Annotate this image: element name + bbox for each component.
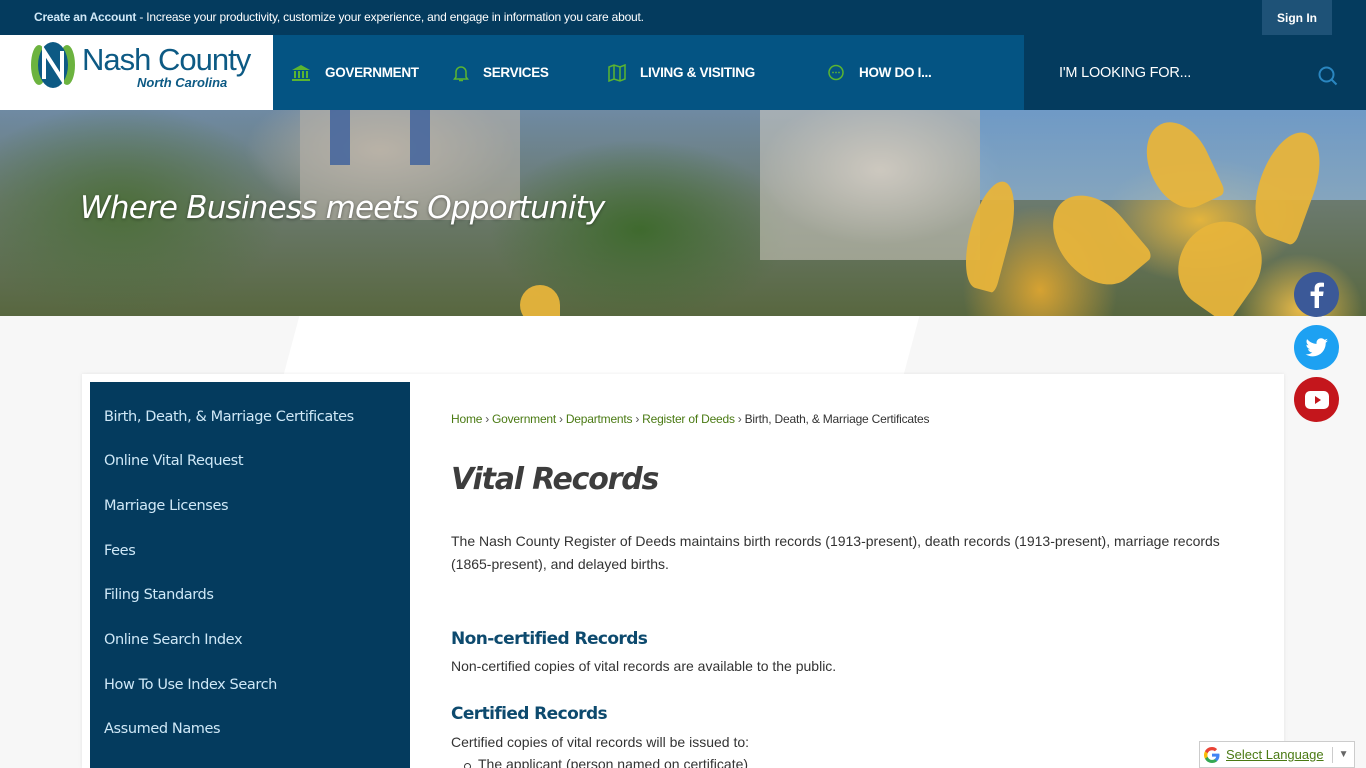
nav-living-visiting[interactable]: LIVING & VISITING: [608, 35, 827, 110]
divider: [1331, 746, 1333, 763]
logo-subtitle: North Carolina: [137, 75, 228, 90]
twitter-icon: [1305, 337, 1328, 356]
sidebar-item-filing-standards[interactable]: Filing Standards: [104, 587, 214, 603]
breadcrumb-home[interactable]: Home: [451, 412, 482, 426]
sidebar-item-assumed-names[interactable]: Assumed Names: [104, 721, 221, 737]
youtube-icon: [1304, 390, 1329, 409]
account-promo: Create an Account - Increase your produc…: [34, 10, 644, 24]
hero-flower: [520, 285, 560, 316]
breadcrumb-register-of-deeds[interactable]: Register of Deeds: [642, 412, 735, 426]
breadcrumb-separator: ›: [737, 412, 742, 426]
breadcrumb-departments[interactable]: Departments: [566, 412, 633, 426]
facebook-icon: [1310, 282, 1324, 308]
google-g-icon: [1204, 746, 1220, 763]
site-logo[interactable]: Nash County North Carolina: [0, 35, 273, 110]
sidebar-item-online-vital-request[interactable]: Online Vital Request: [104, 453, 244, 469]
select-language-link[interactable]: Select Language: [1226, 747, 1324, 762]
twitter-link[interactable]: [1294, 325, 1339, 370]
breadcrumb-current: Birth, Death, & Marriage Certificates: [744, 412, 930, 426]
hero-window: [330, 110, 350, 165]
nav-label: HOW DO I...: [859, 65, 932, 80]
list-item: The applicant (person named on certifica…: [463, 756, 748, 768]
sign-in-button[interactable]: Sign In: [1262, 0, 1332, 35]
section-heading-non-certified: Non-certified Records: [451, 629, 648, 649]
search-icon[interactable]: [1318, 66, 1338, 86]
site-search[interactable]: I'M LOOKING FOR...: [1024, 35, 1366, 110]
section-text-certified: Certified copies of vital records will b…: [451, 734, 750, 750]
promo-text: - Increase your productivity, customize …: [136, 10, 644, 24]
bell-icon: [453, 65, 469, 81]
section-text-non-certified: Non-certified copies of vital records ar…: [451, 658, 837, 674]
facebook-link[interactable]: [1294, 272, 1339, 317]
chat-bubble-icon: [828, 64, 844, 80]
main-nav: GOVERNMENT SERVICES LIVING & VISITING HO…: [273, 35, 1024, 110]
nav-label: SERVICES: [483, 65, 549, 80]
breadcrumb-government[interactable]: Government: [492, 412, 556, 426]
breadcrumb-separator: ›: [559, 412, 563, 426]
sidebar-item-how-to-use-index-search[interactable]: How To Use Index Search: [104, 677, 277, 693]
nav-government[interactable]: GOVERNMENT: [291, 35, 453, 110]
hero-window: [410, 110, 430, 165]
sidebar-item-marriage-licenses[interactable]: Marriage Licenses: [104, 498, 229, 514]
breadcrumb: Home › Government › Departments › Register of …: [451, 412, 929, 426]
breadcrumb-separator: ›: [635, 412, 640, 426]
search-input[interactable]: I'M LOOKING FOR...: [1059, 65, 1191, 81]
sidebar-item-fees[interactable]: Fees: [104, 543, 136, 559]
top-bar: Create an Account - Increase your produc…: [0, 0, 1366, 35]
hero-tagline: Where Business meets Opportunity: [80, 190, 605, 226]
nav-label: GOVERNMENT: [325, 65, 419, 80]
nav-label: LIVING & VISITING: [640, 65, 755, 80]
site-header: Nash County North Carolina GOVERNMENT SE…: [0, 35, 1366, 110]
nash-county-logo-icon: [31, 42, 75, 88]
sidebar-item-birth-death-marriage-certificates[interactable]: Birth, Death, & Marriage Certificates: [104, 409, 354, 425]
language-selector[interactable]: Select Language ▼: [1199, 741, 1355, 768]
breadcrumb-separator: ›: [485, 412, 490, 426]
intro-paragraph: The Nash County Register of Deeds mainta…: [451, 533, 1220, 572]
page-title: Vital Records: [451, 462, 659, 497]
create-account-link[interactable]: Create an Account: [34, 10, 136, 24]
government-building-icon: [292, 64, 310, 81]
logo-name: Nash County: [82, 42, 251, 77]
dropdown-arrow-icon[interactable]: ▼: [1339, 749, 1349, 760]
sidebar-nav: Birth, Death, & Marriage Certificates On…: [90, 382, 410, 768]
map-icon: [608, 63, 626, 82]
hero-banner: Where Business meets Opportunity: [0, 110, 1366, 316]
hero-building: [760, 110, 980, 260]
section-heading-certified: Certified Records: [451, 704, 608, 724]
nav-services[interactable]: SERVICES: [453, 35, 608, 110]
nav-how-do-i[interactable]: HOW DO I...: [827, 35, 997, 110]
sidebar-item-online-search-index[interactable]: Online Search Index: [104, 632, 243, 648]
youtube-link[interactable]: [1294, 377, 1339, 422]
